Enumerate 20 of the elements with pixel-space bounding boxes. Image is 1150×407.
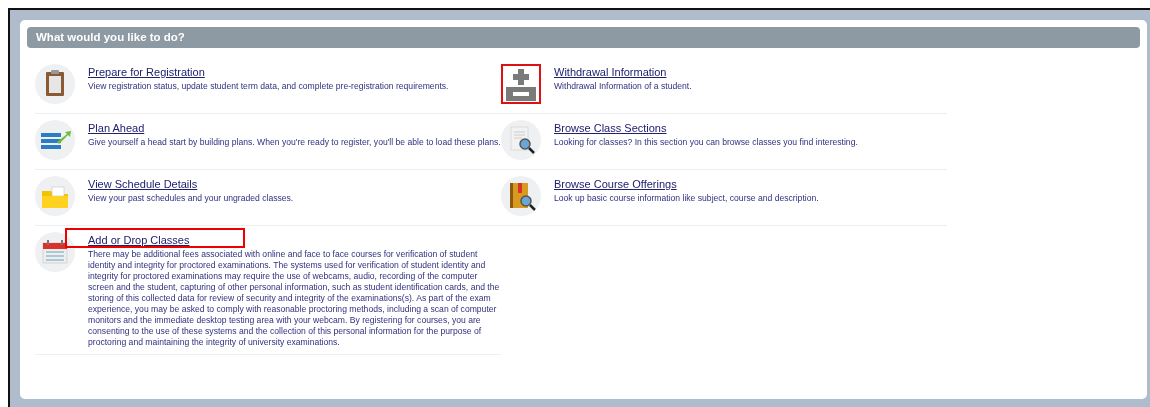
- item-link[interactable]: Prepare for Registration: [88, 66, 205, 78]
- folder-icon: [35, 176, 75, 216]
- item-description: View your past schedules and your ungraded classes.: [88, 193, 294, 204]
- item-description: Withdrawal Information of a student.: [554, 81, 692, 92]
- item-description: There may be additional fees associated with online and face to face courses for verification of student identity and integrity for proctored examinations. The systems used for verification of student identity and integrity for proctored examinations may require the use of webcams, audio, recording of the computer screen and the student, capturing of other personal information, such as student identification cards, and the storing of this collected data for review of security and integrity of the examinations(s). As part of the exam experience, you may be asked to comply with reasonable proctoring methods, including a scan of computer monitors and the immediate desktop testing area with your webcam. By registering for courses, you are consenting to the use of these systems and the collection of this personal information for the purpose of proctoring and maintaining the integrity of university examinations.: [88, 249, 501, 348]
- item-link[interactable]: View Schedule Details: [88, 178, 198, 190]
- item-link[interactable]: Browse Class Sections: [554, 122, 667, 134]
- item-link[interactable]: Add or Drop Classes: [88, 234, 190, 246]
- calendar-icon: [35, 232, 75, 272]
- item-description: Looking for classes? In this section you can browse classes you find interesting.: [554, 137, 858, 148]
- panel-header: What would you like to do?: [27, 27, 1140, 48]
- item-description: View registration status, update student term data, and complete pre-registration requirements.: [88, 81, 449, 92]
- item-description: Give yourself a head start by building plans. When you're ready to register, you'll be able to load these plans.: [88, 137, 501, 148]
- item-description: Look up basic course information like subject, course and description.: [554, 193, 819, 204]
- item-link[interactable]: Plan Ahead: [88, 122, 145, 134]
- document-search-icon: [501, 120, 541, 160]
- item-link[interactable]: Browse Course Offerings: [554, 178, 677, 190]
- clipboard-icon: [35, 64, 75, 104]
- book-search-icon: [501, 176, 541, 216]
- item-link[interactable]: Withdrawal Information: [554, 66, 667, 78]
